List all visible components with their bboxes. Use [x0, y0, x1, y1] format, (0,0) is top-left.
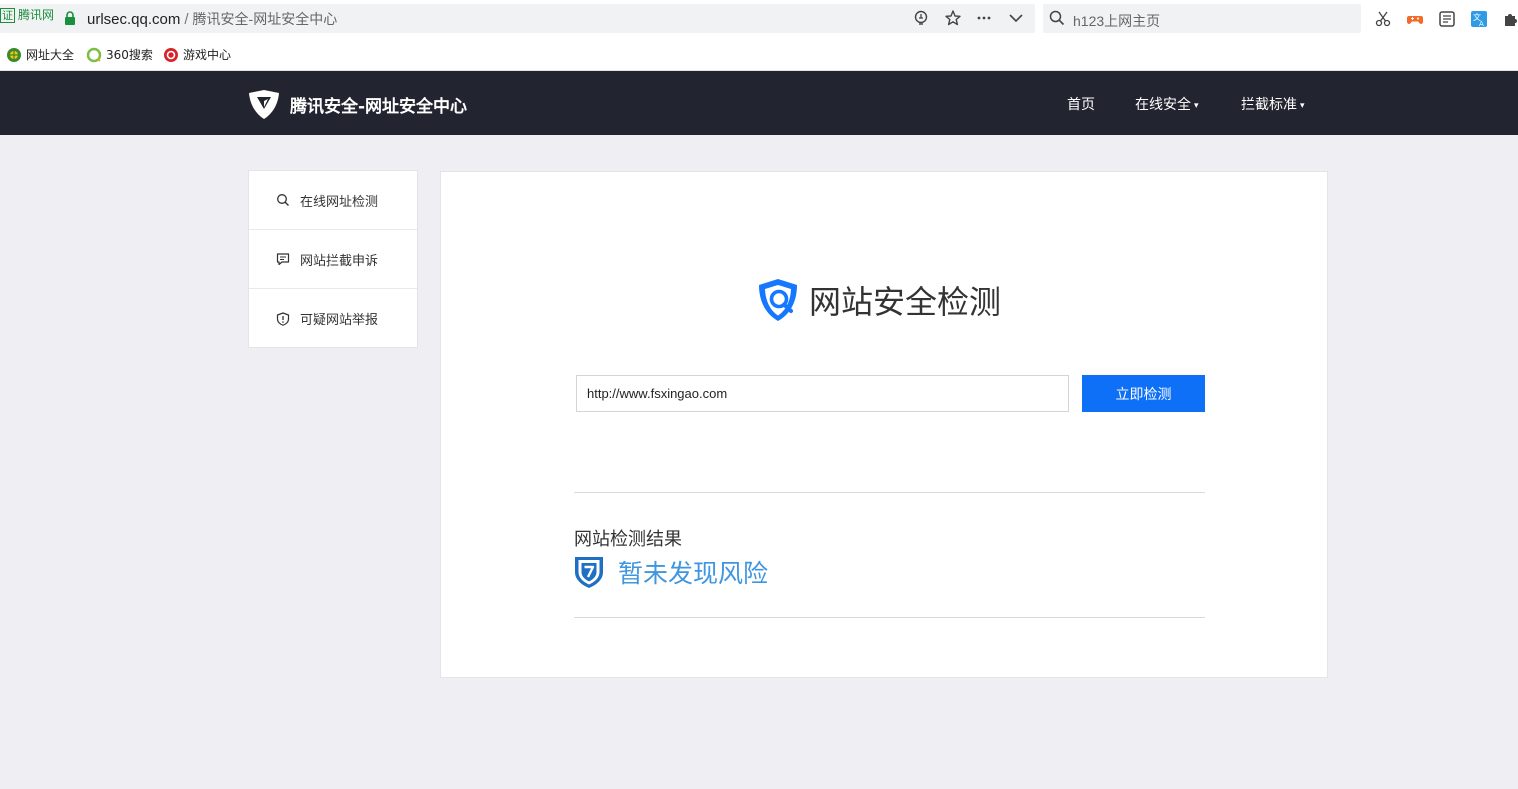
lock-icon: [65, 11, 75, 25]
translate-icon[interactable]: 文 A: [1470, 10, 1488, 28]
nav-label: 拦截标准: [1241, 97, 1297, 113]
bookmark-label: 游戏中心: [183, 48, 232, 62]
sidebar-item-label: 网站拦截申诉: [300, 253, 379, 269]
puzzle-icon[interactable]: [1502, 10, 1518, 28]
url-input[interactable]: [576, 375, 1069, 412]
scissors-icon[interactable]: [1374, 10, 1392, 28]
result-heading: 网站检测结果: [574, 529, 682, 550]
comment-icon: [276, 253, 290, 266]
check-now-button[interactable]: 立即检测: [1082, 375, 1205, 412]
search-placeholder: h123上网主页: [1073, 13, 1161, 29]
detect-title-group: 网站安全检测: [755, 276, 1001, 324]
nav-online-security[interactable]: 在线安全 ▾: [1135, 94, 1199, 114]
star-icon[interactable]: [944, 9, 962, 27]
bookmark-item[interactable]: 游戏中心: [163, 46, 231, 63]
nav-label: 在线安全: [1135, 97, 1191, 113]
tencent-security-logo-icon[interactable]: [247, 87, 281, 121]
certificate-badge[interactable]: 证腾讯网: [0, 7, 54, 23]
game-center-icon: [164, 47, 178, 62]
reader-icon[interactable]: [1438, 10, 1456, 28]
shield-search-icon: [759, 279, 797, 321]
globe-icon: [7, 47, 21, 62]
chevron-down-icon[interactable]: [1007, 9, 1025, 27]
shield-alert-icon: [276, 311, 290, 326]
site-header: 腾讯安全-网址安全中心 首页 在线安全 ▾ 拦截标准 ▾: [0, 71, 1518, 135]
url-domain: urlsec.qq.com: [87, 11, 181, 28]
search-icon: [1049, 10, 1065, 26]
result-status: 暂未发现风险: [574, 554, 768, 590]
divider: [574, 492, 1205, 493]
sidebar-item-label: 可疑网站举报: [300, 313, 379, 328]
sidebar: 在线网址检测 网站拦截申诉 可疑网站举报: [248, 170, 418, 348]
bookmark-label: 360搜索: [106, 48, 153, 62]
browser-toolbar: 证腾讯网 urlsec.qq.com / 腾讯安全-网址安全中心 h123上网主页: [0, 0, 1518, 37]
sidebar-item-online-check[interactable]: 在线网址检测: [249, 171, 417, 230]
page-title: 网站安全检测: [809, 283, 1002, 321]
url-separator: /: [184, 11, 189, 28]
svg-text:A: A: [1479, 20, 1484, 28]
nav-label: 首页: [1067, 97, 1095, 113]
url-text[interactable]: urlsec.qq.com / 腾讯安全-网址安全中心: [87, 9, 337, 29]
bookmarks-bar: 网址大全 360搜索 游戏中心: [0, 37, 1518, 71]
result-text: 暂未发现风险: [618, 559, 769, 588]
shield-check-icon: [575, 557, 603, 588]
main-card: 网站安全检测 立即检测 网站检测结果 暂未发现风险: [440, 171, 1328, 678]
more-icon[interactable]: [975, 9, 993, 27]
caret-down-icon: ▾: [1300, 101, 1305, 111]
gamepad-icon[interactable]: [1406, 10, 1424, 28]
bookmark-label: 网址大全: [26, 48, 75, 62]
url-page-title: 腾讯安全-网址安全中心: [192, 11, 338, 27]
divider: [574, 617, 1205, 618]
nav-home[interactable]: 首页: [1067, 94, 1095, 114]
bookmark-item[interactable]: 360搜索: [86, 46, 153, 63]
site-logo-text[interactable]: 腾讯安全-网址安全中心: [290, 92, 467, 117]
sidebar-item-report[interactable]: 可疑网站举报: [249, 289, 417, 348]
search-icon: [277, 194, 289, 206]
sidebar-item-label: 在线网址检测: [300, 194, 379, 210]
bookmark-item[interactable]: 网址大全: [6, 46, 74, 63]
nav-block-standard[interactable]: 拦截标准 ▾: [1241, 94, 1305, 114]
caret-down-icon: ▾: [1194, 101, 1199, 111]
sidebar-item-appeal[interactable]: 网站拦截申诉: [249, 230, 417, 289]
browser-search-box[interactable]: h123上网主页: [1043, 4, 1361, 33]
cert-box: 证: [0, 8, 15, 23]
cert-label: 腾讯网: [18, 8, 55, 22]
lightbulb-icon[interactable]: [912, 9, 930, 27]
search-360-icon: [86, 47, 102, 62]
